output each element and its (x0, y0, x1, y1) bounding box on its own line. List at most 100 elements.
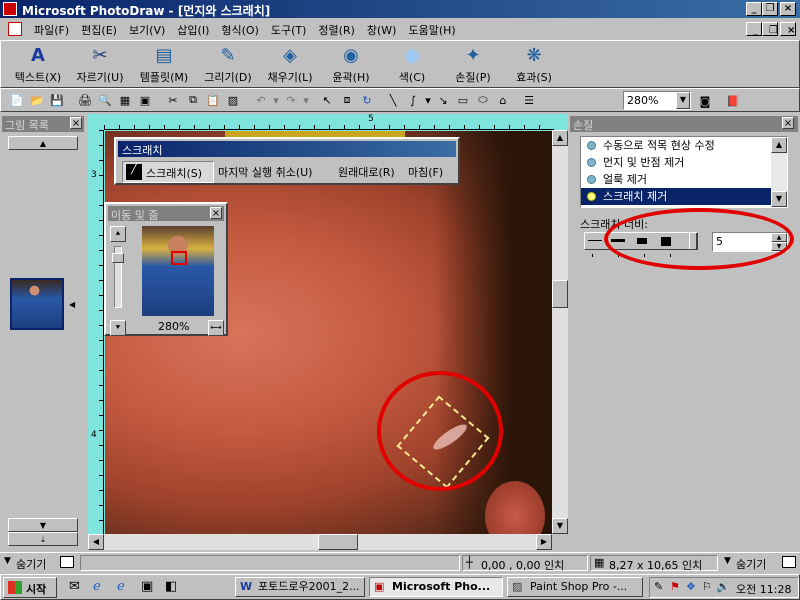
width-thinnest-option[interactable] (588, 240, 602, 241)
touchup-list-item[interactable]: 먼지 및 반점 제거 (581, 154, 771, 171)
cut-icon[interactable]: ✂ (163, 90, 183, 110)
list-scroll-up-icon[interactable]: ▲ (771, 137, 787, 153)
toolbar-button[interactable]: ✂ 자르기(U) (69, 41, 131, 89)
format-painter-icon[interactable]: ▨ (223, 90, 243, 110)
zoom-select[interactable]: 280% ▼ (623, 91, 691, 110)
restore-button[interactable]: ❐ (762, 2, 778, 16)
zoom-slider[interactable] (112, 246, 124, 308)
list-icon[interactable]: ☰ (519, 90, 539, 110)
taskbar-button[interactable]: ▣ Microsoft Pho... (369, 577, 503, 597)
app-icon[interactable] (3, 2, 17, 16)
doc-close-button[interactable]: × (780, 22, 796, 36)
scroll-right-icon[interactable]: ▶ (536, 534, 552, 550)
copy-icon[interactable]: ⧉ (183, 90, 203, 110)
fit-width-icon[interactable]: ⟷ (208, 320, 224, 336)
pan-zoom-close-icon[interactable]: × (210, 207, 222, 219)
scroll-left-icon[interactable]: ◀ (88, 534, 104, 550)
toolbar-button[interactable]: ◈ 채우기(L) (259, 41, 321, 89)
hide-left-icon[interactable]: ▼ (4, 556, 11, 566)
menu-item[interactable]: 도움말(H) (402, 20, 461, 40)
vertical-scroll-thumb[interactable] (552, 280, 568, 308)
arrange-icon[interactable]: ⧈ (337, 90, 357, 110)
minimize-button[interactable]: _ (746, 2, 762, 16)
restore-button[interactable]: 원래대로(R) (338, 164, 395, 180)
zoom-in-icon[interactable]: ⯅ (110, 226, 126, 242)
horizontal-scroll-thumb[interactable] (318, 534, 358, 550)
menu-item[interactable]: 보기(V) (123, 20, 171, 40)
toolbar-button[interactable]: ✎ 그리기(D) (197, 41, 259, 89)
zoom-out-icon[interactable]: ⯆ (110, 320, 126, 336)
touchup-list-scrollbar[interactable]: ▲ ▼ (771, 137, 787, 207)
menu-item[interactable]: 편집(E) (75, 20, 123, 40)
scroll-up-icon[interactable]: ▲ (552, 130, 568, 146)
new-icon[interactable]: 📄 (7, 90, 27, 110)
volume-icon[interactable]: 🔊 (716, 580, 730, 593)
doc-minimize-button[interactable]: _ (746, 22, 762, 36)
horizontal-scrollbar[interactable]: ◀ ▶ (88, 534, 552, 550)
undo-icon[interactable]: ↶ (251, 90, 271, 110)
quick-launch-outlook-icon[interactable]: ✉ (69, 579, 80, 594)
pointer-icon[interactable]: ↖ (317, 90, 337, 110)
print-icon[interactable]: 🖨 (75, 90, 95, 110)
curve-icon[interactable]: ∫ (403, 90, 423, 110)
print-preview-icon[interactable]: 🔍 (95, 90, 115, 110)
toolbar-button[interactable]: ✦ 손질(P) (443, 41, 503, 89)
save-icon[interactable]: 💾 (47, 90, 67, 110)
toolbar-button[interactable]: ● 색(C) (381, 41, 443, 89)
window-title-bar[interactable]: Microsoft PhotoDraw - [먼지와 스크래치] _ ❐ × (0, 0, 800, 18)
tray-icon[interactable]: ❖ (686, 580, 696, 593)
touchup-close-icon[interactable]: × (782, 117, 794, 129)
touchup-list-item[interactable]: 스크래치 제거 (581, 188, 771, 205)
rectangle-icon[interactable]: ▭ (453, 90, 473, 110)
quick-launch-ie2-icon[interactable]: ℯ (117, 579, 125, 594)
paste-icon[interactable]: 📋 (203, 90, 223, 110)
menu-item[interactable]: 파일(F) (28, 20, 75, 40)
menu-item[interactable]: 창(W) (361, 20, 403, 40)
shape-icon[interactable]: ⌂ (493, 90, 513, 110)
menu-item[interactable]: 삽입(I) (171, 20, 215, 40)
fit-page-icon[interactable]: ◙ (695, 91, 715, 111)
zoom-dropdown-icon[interactable]: ▼ (676, 92, 690, 109)
scanner-icon[interactable]: ▦ (115, 90, 135, 110)
picture-list-scroll-down-icon[interactable]: ▼ (8, 518, 78, 532)
quick-launch-ie-icon[interactable]: ℯ (93, 579, 101, 594)
pan-zoom-viewport-box[interactable] (171, 251, 187, 265)
doc-restore-button[interactable]: ❐ (762, 22, 778, 36)
picture-list-scroll-up-icon[interactable]: ▲ (8, 136, 78, 150)
taskbar-button[interactable]: ▨ Paint Shop Pro -... (507, 577, 643, 597)
clock[interactable]: 오전 11:28 (736, 581, 791, 597)
redo-dropdown-icon[interactable]: ▾ (301, 90, 311, 110)
menu-item[interactable]: 형식(O) (215, 20, 264, 40)
help-book-icon[interactable]: 📕 (723, 91, 743, 111)
panel-right-toggle-icon[interactable] (782, 556, 796, 568)
toolbar-button[interactable]: ◉ 윤곽(H) (321, 41, 381, 89)
scratch-tool-button[interactable]: ╱ 스크래치(S) (122, 161, 214, 183)
rotate-icon[interactable]: ↻ (357, 90, 377, 110)
picture-thumbnail[interactable] (10, 278, 64, 330)
pan-zoom-title-bar[interactable]: 이동 및 줌 × (108, 206, 224, 222)
hide-right-button[interactable]: 숨기기 (736, 556, 766, 572)
start-button[interactable]: 시작 (3, 577, 57, 598)
tray-icon[interactable]: ⚑ (670, 580, 680, 593)
doc-icon[interactable] (8, 22, 22, 36)
curve-dropdown-icon[interactable]: ▾ (423, 90, 433, 110)
redo-icon[interactable]: ↷ (281, 90, 301, 110)
picture-list-close-icon[interactable]: × (70, 117, 82, 129)
tray-icon[interactable]: ✎ (654, 580, 663, 593)
line-icon[interactable]: ╲ (383, 90, 403, 110)
touchup-list[interactable]: 수동으로 적목 현상 수정 먼지 및 반점 제거 얼룩 제거 스크래치 제거 ▲ ▼ (580, 136, 788, 208)
arrow-line-icon[interactable]: ↘ (433, 90, 453, 110)
scroll-down-icon[interactable]: ▼ (552, 518, 568, 534)
picture-list-scroll-bottom-icon[interactable]: ⤓ (8, 532, 78, 546)
quick-launch-desktop-icon[interactable]: ▣ (141, 579, 153, 594)
undo-last-button[interactable]: 마지막 실행 취소(U) (218, 164, 312, 180)
touchup-list-item[interactable]: 수동으로 적목 현상 수정 (581, 137, 771, 154)
touchup-list-item[interactable]: 얼룩 제거 (581, 171, 771, 188)
ellipse-icon[interactable]: ⬭ (473, 90, 493, 110)
pan-zoom-preview[interactable] (142, 226, 214, 316)
tray-icon[interactable]: ⚐ (702, 580, 712, 593)
toolbar-button[interactable]: A 텍스트(X) (7, 41, 69, 89)
hide-right-icon[interactable]: ▼ (724, 556, 731, 566)
list-scroll-down-icon[interactable]: ▼ (771, 191, 787, 207)
finish-button[interactable]: 마침(F) (408, 164, 443, 180)
